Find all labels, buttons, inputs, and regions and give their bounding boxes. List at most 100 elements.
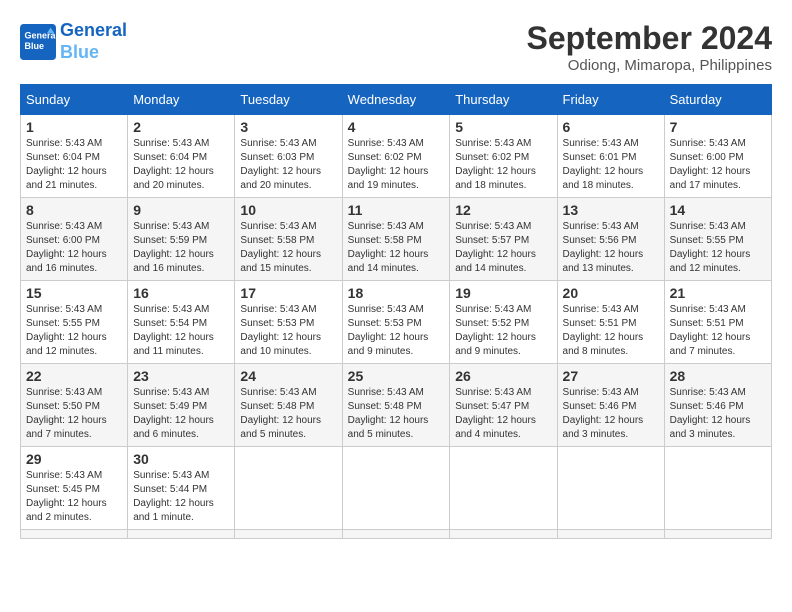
day-number: 19 bbox=[455, 285, 551, 301]
col-wednesday: Wednesday bbox=[342, 85, 450, 115]
calendar-cell: 23 Sunrise: 5:43 AM Sunset: 5:49 PM Dayl… bbox=[128, 364, 235, 447]
day-number: 11 bbox=[348, 202, 445, 218]
title-block: September 2024 Odiong, Mimaropa, Philipp… bbox=[527, 20, 772, 74]
logo-icon: General Blue bbox=[20, 24, 56, 60]
day-info: Sunrise: 5:43 AM Sunset: 6:00 PM Dayligh… bbox=[26, 220, 122, 276]
calendar-cell: 16 Sunrise: 5:43 AM Sunset: 5:54 PM Dayl… bbox=[128, 281, 235, 364]
calendar-cell: 19 Sunrise: 5:43 AM Sunset: 5:52 PM Dayl… bbox=[450, 281, 557, 364]
day-info: Sunrise: 5:43 AM Sunset: 5:51 PM Dayligh… bbox=[670, 303, 766, 359]
calendar-cell bbox=[450, 530, 557, 539]
day-info: Sunrise: 5:43 AM Sunset: 6:01 PM Dayligh… bbox=[563, 137, 659, 193]
calendar-cell: 13 Sunrise: 5:43 AM Sunset: 5:56 PM Dayl… bbox=[557, 198, 664, 281]
calendar-cell bbox=[342, 530, 450, 539]
calendar-cell: 8 Sunrise: 5:43 AM Sunset: 6:00 PM Dayli… bbox=[21, 198, 128, 281]
calendar-cell: 30 Sunrise: 5:43 AM Sunset: 5:44 PM Dayl… bbox=[128, 447, 235, 530]
day-info: Sunrise: 5:43 AM Sunset: 5:50 PM Dayligh… bbox=[26, 386, 122, 442]
day-number: 21 bbox=[670, 285, 766, 301]
day-info: Sunrise: 5:43 AM Sunset: 5:46 PM Dayligh… bbox=[563, 386, 659, 442]
calendar-cell: 27 Sunrise: 5:43 AM Sunset: 5:46 PM Dayl… bbox=[557, 364, 664, 447]
day-info: Sunrise: 5:43 AM Sunset: 5:44 PM Dayligh… bbox=[133, 469, 229, 525]
calendar-header-row: Sunday Monday Tuesday Wednesday Thursday… bbox=[21, 85, 772, 115]
calendar-cell bbox=[557, 530, 664, 539]
calendar-cell: 3 Sunrise: 5:43 AM Sunset: 6:03 PM Dayli… bbox=[235, 115, 342, 198]
calendar-cell: 5 Sunrise: 5:43 AM Sunset: 6:02 PM Dayli… bbox=[450, 115, 557, 198]
day-number: 26 bbox=[455, 368, 551, 384]
calendar-cell: 20 Sunrise: 5:43 AM Sunset: 5:51 PM Dayl… bbox=[557, 281, 664, 364]
calendar-cell: 26 Sunrise: 5:43 AM Sunset: 5:47 PM Dayl… bbox=[450, 364, 557, 447]
col-thursday: Thursday bbox=[450, 85, 557, 115]
day-number: 10 bbox=[240, 202, 336, 218]
day-info: Sunrise: 5:43 AM Sunset: 5:52 PM Dayligh… bbox=[455, 303, 551, 359]
day-info: Sunrise: 5:43 AM Sunset: 6:03 PM Dayligh… bbox=[240, 137, 336, 193]
calendar-cell: 24 Sunrise: 5:43 AM Sunset: 5:48 PM Dayl… bbox=[235, 364, 342, 447]
calendar-cell: 7 Sunrise: 5:43 AM Sunset: 6:00 PM Dayli… bbox=[664, 115, 771, 198]
day-number: 22 bbox=[26, 368, 122, 384]
day-info: Sunrise: 5:43 AM Sunset: 5:54 PM Dayligh… bbox=[133, 303, 229, 359]
day-info: Sunrise: 5:43 AM Sunset: 6:00 PM Dayligh… bbox=[670, 137, 766, 193]
day-number: 28 bbox=[670, 368, 766, 384]
calendar-cell: 29 Sunrise: 5:43 AM Sunset: 5:45 PM Dayl… bbox=[21, 447, 128, 530]
day-info: Sunrise: 5:43 AM Sunset: 5:53 PM Dayligh… bbox=[240, 303, 336, 359]
day-info: Sunrise: 5:43 AM Sunset: 5:51 PM Dayligh… bbox=[563, 303, 659, 359]
calendar-week-row bbox=[21, 530, 772, 539]
day-info: Sunrise: 5:43 AM Sunset: 5:47 PM Dayligh… bbox=[455, 386, 551, 442]
day-info: Sunrise: 5:43 AM Sunset: 6:02 PM Dayligh… bbox=[348, 137, 445, 193]
day-number: 13 bbox=[563, 202, 659, 218]
day-number: 5 bbox=[455, 119, 551, 135]
calendar-cell: 18 Sunrise: 5:43 AM Sunset: 5:53 PM Dayl… bbox=[342, 281, 450, 364]
calendar-week-row: 1 Sunrise: 5:43 AM Sunset: 6:04 PM Dayli… bbox=[21, 115, 772, 198]
calendar-week-row: 22 Sunrise: 5:43 AM Sunset: 5:50 PM Dayl… bbox=[21, 364, 772, 447]
calendar-cell: 12 Sunrise: 5:43 AM Sunset: 5:57 PM Dayl… bbox=[450, 198, 557, 281]
calendar-cell bbox=[235, 447, 342, 530]
calendar-table: Sunday Monday Tuesday Wednesday Thursday… bbox=[20, 84, 772, 539]
calendar-cell: 25 Sunrise: 5:43 AM Sunset: 5:48 PM Dayl… bbox=[342, 364, 450, 447]
calendar-week-row: 15 Sunrise: 5:43 AM Sunset: 5:55 PM Dayl… bbox=[21, 281, 772, 364]
day-number: 1 bbox=[26, 119, 122, 135]
calendar-cell: 4 Sunrise: 5:43 AM Sunset: 6:02 PM Dayli… bbox=[342, 115, 450, 198]
col-saturday: Saturday bbox=[664, 85, 771, 115]
day-info: Sunrise: 5:43 AM Sunset: 5:48 PM Dayligh… bbox=[240, 386, 336, 442]
day-number: 16 bbox=[133, 285, 229, 301]
logo: General Blue GeneralBlue bbox=[20, 20, 127, 63]
day-info: Sunrise: 5:43 AM Sunset: 5:56 PM Dayligh… bbox=[563, 220, 659, 276]
location: Odiong, Mimaropa, Philippines bbox=[527, 57, 772, 74]
calendar-cell bbox=[450, 447, 557, 530]
day-info: Sunrise: 5:43 AM Sunset: 6:02 PM Dayligh… bbox=[455, 137, 551, 193]
calendar-cell bbox=[664, 447, 771, 530]
calendar-cell: 21 Sunrise: 5:43 AM Sunset: 5:51 PM Dayl… bbox=[664, 281, 771, 364]
calendar-cell: 10 Sunrise: 5:43 AM Sunset: 5:58 PM Dayl… bbox=[235, 198, 342, 281]
day-number: 24 bbox=[240, 368, 336, 384]
day-number: 20 bbox=[563, 285, 659, 301]
calendar-cell bbox=[235, 530, 342, 539]
calendar-cell: 2 Sunrise: 5:43 AM Sunset: 6:04 PM Dayli… bbox=[128, 115, 235, 198]
day-number: 17 bbox=[240, 285, 336, 301]
calendar-cell bbox=[21, 530, 128, 539]
col-monday: Monday bbox=[128, 85, 235, 115]
day-number: 29 bbox=[26, 451, 122, 467]
col-tuesday: Tuesday bbox=[235, 85, 342, 115]
day-info: Sunrise: 5:43 AM Sunset: 5:53 PM Dayligh… bbox=[348, 303, 445, 359]
day-info: Sunrise: 5:43 AM Sunset: 5:48 PM Dayligh… bbox=[348, 386, 445, 442]
calendar-cell: 14 Sunrise: 5:43 AM Sunset: 5:55 PM Dayl… bbox=[664, 198, 771, 281]
col-friday: Friday bbox=[557, 85, 664, 115]
day-number: 7 bbox=[670, 119, 766, 135]
day-info: Sunrise: 5:43 AM Sunset: 5:59 PM Dayligh… bbox=[133, 220, 229, 276]
day-info: Sunrise: 5:43 AM Sunset: 5:58 PM Dayligh… bbox=[348, 220, 445, 276]
day-number: 3 bbox=[240, 119, 336, 135]
day-info: Sunrise: 5:43 AM Sunset: 6:04 PM Dayligh… bbox=[133, 137, 229, 193]
day-info: Sunrise: 5:43 AM Sunset: 5:55 PM Dayligh… bbox=[670, 220, 766, 276]
calendar-cell bbox=[664, 530, 771, 539]
logo-text: GeneralBlue bbox=[60, 20, 127, 63]
day-number: 18 bbox=[348, 285, 445, 301]
calendar-cell: 28 Sunrise: 5:43 AM Sunset: 5:46 PM Dayl… bbox=[664, 364, 771, 447]
day-number: 2 bbox=[133, 119, 229, 135]
day-info: Sunrise: 5:43 AM Sunset: 5:46 PM Dayligh… bbox=[670, 386, 766, 442]
calendar-cell bbox=[342, 447, 450, 530]
page-header: General Blue GeneralBlue September 2024 … bbox=[20, 20, 772, 74]
calendar-cell: 1 Sunrise: 5:43 AM Sunset: 6:04 PM Dayli… bbox=[21, 115, 128, 198]
calendar-cell: 15 Sunrise: 5:43 AM Sunset: 5:55 PM Dayl… bbox=[21, 281, 128, 364]
col-sunday: Sunday bbox=[21, 85, 128, 115]
day-number: 4 bbox=[348, 119, 445, 135]
day-number: 14 bbox=[670, 202, 766, 218]
day-number: 27 bbox=[563, 368, 659, 384]
